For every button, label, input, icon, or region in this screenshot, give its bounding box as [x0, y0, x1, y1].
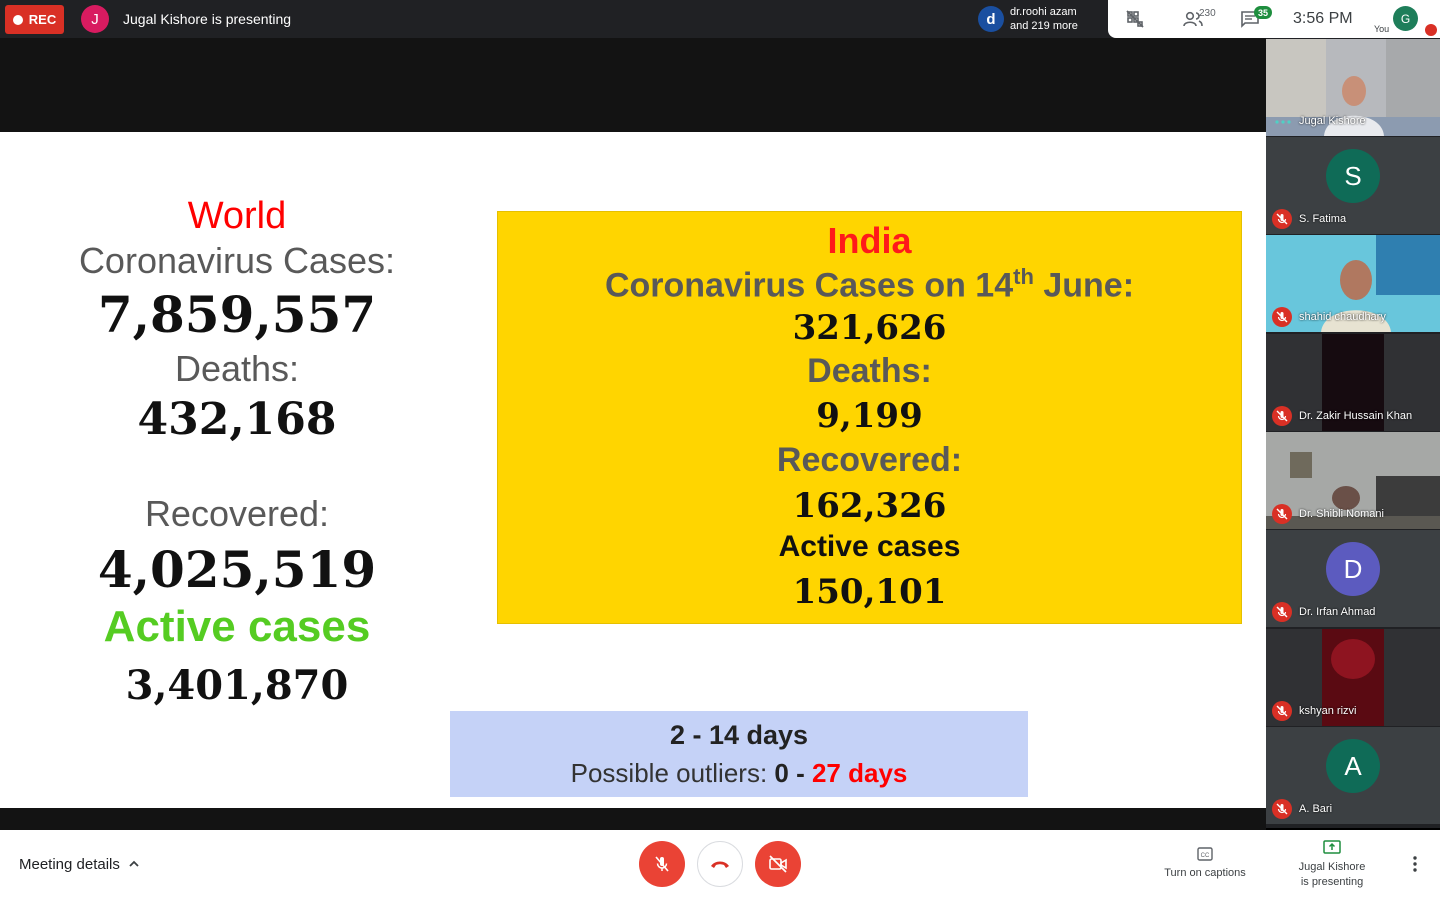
record-dot-icon — [12, 14, 23, 25]
incubation-range: 2 - 14 days — [669, 720, 809, 750]
participant-tile[interactable]: Jugal Kishore — [1266, 39, 1440, 136]
participant-name: shahid chaudhary — [1299, 311, 1386, 323]
india-cases-label-suffix: June: — [1033, 266, 1135, 305]
outliers-label: Possible outliers: — [570, 758, 775, 788]
mic-off-icon — [1272, 209, 1292, 229]
recording-badge[interactable]: REC — [5, 5, 64, 34]
participant-name: Dr. Irfan Ahmad — [1299, 606, 1376, 618]
participant-tile[interactable]: S S. Fatima — [1266, 137, 1440, 234]
participants-summary[interactable]: d dr.roohi azam and 219 more — [972, 0, 1108, 38]
participant-avatar: D — [1326, 542, 1380, 596]
presenter-avatar: J — [81, 5, 109, 33]
world-cases-value: 7,859,557 — [97, 285, 377, 344]
participant-tile[interactable]: A A. Bari — [1266, 727, 1440, 824]
world-active-value: 3,401,870 — [125, 662, 349, 709]
india-recovered-label: Recovered: — [776, 441, 963, 479]
self-avatar[interactable]: G — [1393, 6, 1418, 31]
india-active-label: Active cases — [778, 530, 961, 563]
present-screen-icon[interactable] — [1323, 840, 1341, 854]
mic-off-icon — [1272, 701, 1292, 721]
mic-off-icon — [1272, 799, 1292, 819]
presenting-status-button[interactable]: Jugal Kishore is presenting — [1287, 860, 1377, 890]
outliers-max: 27 days — [804, 758, 908, 788]
speaking-dots-icon — [1275, 120, 1291, 124]
mic-off-icon — [1425, 24, 1437, 36]
india-title: India — [827, 220, 912, 261]
grid-off-icon[interactable] — [1126, 10, 1144, 28]
participant-summary-name: dr.roohi azam — [1010, 6, 1077, 18]
participant-summary-avatar: d — [978, 6, 1004, 32]
presenting-status-line1: Jugal Kishore — [1298, 861, 1366, 873]
presenter-status: Jugal Kishore is presenting — [123, 11, 292, 27]
presenting-status-line2: is presenting — [1300, 876, 1364, 888]
world-deaths-value: 432,168 — [137, 394, 337, 445]
world-recovered-value: 4,025,519 — [97, 540, 377, 599]
world-recovered-label: Recovered: — [144, 493, 330, 534]
chat-unread-badge: 35 — [1254, 6, 1272, 19]
hangup-icon — [711, 861, 729, 868]
mic-off-icon — [1272, 406, 1292, 426]
captions-button-label[interactable]: Turn on captions — [1155, 867, 1255, 879]
participant-name: S. Fatima — [1299, 213, 1347, 225]
self-label: You — [1374, 24, 1390, 34]
more-vert-icon[interactable] — [1408, 855, 1422, 873]
participant-name: kshyan rizvi — [1299, 705, 1357, 717]
participant-tile[interactable]: D Dr. Irfan Ahmad — [1266, 530, 1440, 627]
world-deaths-label: Deaths: — [174, 348, 300, 389]
svg-text:CC: CC — [1201, 853, 1210, 859]
participant-name: Dr. Shibli Nomani — [1299, 508, 1384, 520]
mic-off-icon — [1272, 504, 1292, 524]
world-cases-label: Coronavirus Cases: — [78, 240, 396, 281]
india-recovered-value: 162,326 — [792, 486, 947, 526]
india-cases-label-prefix: Coronavirus Cases on 14 — [604, 266, 1014, 305]
participant-tile[interactable]: kshyan rizvi — [1266, 629, 1440, 726]
participant-avatar: S — [1326, 149, 1380, 203]
india-active-value: 150,101 — [792, 572, 947, 612]
mic-off-icon — [655, 856, 669, 872]
clock: 3:56 PM — [1293, 10, 1353, 27]
incubation-outliers: Possible outliers: 0 - 27 days — [450, 758, 1028, 789]
camera-toggle-button[interactable] — [755, 841, 801, 887]
mic-off-icon — [1272, 307, 1292, 327]
participant-name: Jugal Kishore — [1299, 115, 1366, 127]
chevron-up-icon[interactable] — [127, 857, 141, 871]
outliers-min: 0 - — [774, 758, 805, 788]
india-deaths-label: Deaths: — [807, 352, 932, 390]
participant-count: 230 — [1199, 8, 1216, 19]
mic-off-icon — [1272, 602, 1292, 622]
top-right-toolbar — [1108, 0, 1440, 38]
mic-toggle-button[interactable] — [639, 841, 685, 887]
leave-call-button[interactable] — [697, 841, 743, 887]
india-cases-label-sup: th — [1013, 264, 1034, 289]
participant-avatar: A — [1326, 739, 1380, 793]
india-cases-value: 321,626 — [792, 308, 947, 348]
recording-label: REC — [28, 12, 57, 27]
india-cases-label: Coronavirus Cases on 14th June: — [497, 264, 1242, 305]
participant-tile[interactable]: Dr. Shibli Nomani — [1266, 432, 1440, 529]
participant-summary-more: and 219 more — [1010, 20, 1078, 32]
india-deaths-value: 9,199 — [816, 396, 923, 436]
world-active-label: Active cases — [103, 602, 371, 651]
camera-off-icon — [769, 855, 787, 873]
meeting-details-button[interactable]: Meeting details — [19, 856, 120, 873]
captions-icon[interactable]: CC — [1197, 847, 1213, 861]
participant-tile[interactable]: shahid chaudhary — [1266, 235, 1440, 332]
meet-window: REC J Jugal Kishore is presenting d dr.r… — [0, 0, 1440, 900]
participant-tile[interactable]: Dr. Zakir Hussain Khan — [1266, 334, 1440, 431]
world-title: World — [187, 195, 287, 237]
participant-name: Dr. Zakir Hussain Khan — [1299, 410, 1413, 422]
participant-name: A. Bari — [1299, 803, 1333, 815]
